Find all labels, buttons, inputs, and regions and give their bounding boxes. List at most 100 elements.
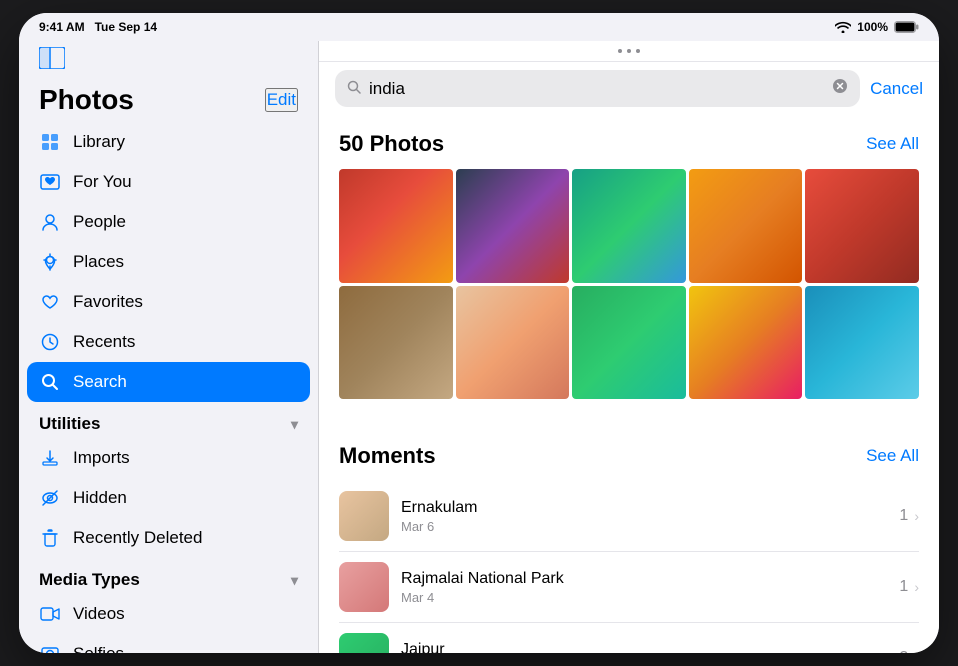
moments-section: Moments See All Ernakulam Mar 6 1 › — [319, 427, 939, 653]
photo-thumb-3[interactable] — [572, 169, 686, 283]
moment-name-rajmalai: Rajmalai National Park — [401, 570, 887, 588]
sidebar-item-favorites[interactable]: Favorites — [27, 282, 310, 322]
sidebar-item-recents[interactable]: Recents — [27, 322, 310, 362]
recently-deleted-icon — [39, 527, 61, 549]
dot-2 — [627, 49, 631, 53]
sidebar-item-selfies[interactable]: Selfies — [27, 634, 310, 653]
moments-see-all-button[interactable]: See All — [866, 446, 919, 466]
sidebar-item-imports[interactable]: Imports — [27, 438, 310, 478]
moment-item-jaipur[interactable]: Jaipur Mar 1 2 › — [339, 623, 919, 653]
sidebar-item-library[interactable]: Library — [27, 122, 310, 162]
search-nav-label: Search — [73, 372, 298, 392]
sidebar-item-recently-deleted[interactable]: Recently Deleted — [27, 518, 310, 558]
people-icon — [39, 211, 61, 233]
moment-thumb-ernakulam — [339, 491, 389, 541]
moment-thumb-jaipur — [339, 633, 389, 653]
recently-deleted-label: Recently Deleted — [73, 528, 298, 548]
moment-info-jaipur: Jaipur Mar 1 — [401, 641, 887, 653]
sidebar-item-foryou[interactable]: For You — [27, 162, 310, 202]
device-frame: 9:41 AM Tue Sep 14 100% — [19, 13, 939, 653]
sidebar: Photos Edit Library — [19, 41, 319, 653]
sidebar-item-hidden[interactable]: Hidden — [27, 478, 310, 518]
utilities-chevron: ▾ — [291, 416, 298, 433]
selfies-icon — [39, 643, 61, 653]
chevron-right-jaipur: › — [914, 650, 919, 653]
chevron-right-ernakulam: › — [914, 508, 919, 524]
moment-name-ernakulam: Ernakulam — [401, 499, 887, 517]
utilities-section-header[interactable]: Utilities ▾ — [19, 402, 318, 438]
media-types-section-header[interactable]: Media Types ▾ — [19, 558, 318, 594]
foryou-label: For You — [73, 172, 298, 192]
photo-thumb-2[interactable] — [456, 169, 570, 283]
photos-see-all-button[interactable]: See All — [866, 134, 919, 154]
dot-3 — [636, 49, 640, 53]
people-label: People — [73, 212, 298, 232]
photo-thumb-4[interactable] — [689, 169, 803, 283]
search-input[interactable] — [369, 79, 824, 99]
topbar-dots — [618, 49, 640, 53]
places-label: Places — [73, 252, 298, 272]
moment-item-ernakulam[interactable]: Ernakulam Mar 6 1 › — [339, 481, 919, 552]
recents-icon — [39, 331, 61, 353]
clear-search-button[interactable] — [832, 78, 848, 99]
status-bar-left: 9:41 AM Tue Sep 14 — [39, 20, 157, 34]
moment-info-rajmalai: Rajmalai National Park Mar 4 — [401, 570, 887, 605]
library-icon — [39, 131, 61, 153]
hidden-icon — [39, 487, 61, 509]
foryou-icon — [39, 171, 61, 193]
moment-count-ernakulam: 1 › — [899, 507, 919, 525]
battery-icon — [894, 21, 919, 33]
moment-item-rajmalai[interactable]: Rajmalai National Park Mar 4 1 › — [339, 552, 919, 623]
media-types-chevron: ▾ — [291, 572, 298, 589]
sidebar-item-places[interactable]: Places — [27, 242, 310, 282]
sidebar-title: Photos — [39, 84, 134, 116]
sidebar-item-search[interactable]: Search — [27, 362, 310, 402]
moment-info-ernakulam: Ernakulam Mar 6 — [401, 499, 887, 534]
moment-thumb-rajmalai — [339, 562, 389, 612]
moment-name-jaipur: Jaipur — [401, 641, 887, 653]
favorites-label: Favorites — [73, 292, 298, 312]
photos-title-row: 50 Photos See All — [339, 131, 919, 157]
status-bar: 9:41 AM Tue Sep 14 100% — [19, 13, 939, 41]
moments-title-row: Moments See All — [339, 443, 919, 469]
moment-date-rajmalai: Mar 4 — [401, 590, 887, 605]
favorites-icon — [39, 291, 61, 313]
library-label: Library — [73, 132, 298, 152]
edit-button[interactable]: Edit — [265, 88, 298, 112]
places-icon — [39, 251, 61, 273]
sidebar-item-people[interactable]: People — [27, 202, 310, 242]
status-bar-right: 100% — [835, 20, 919, 34]
cancel-button[interactable]: Cancel — [870, 79, 923, 99]
photo-thumb-8[interactable] — [572, 286, 686, 400]
sidebar-nav: Library For You — [19, 122, 318, 402]
main-content: Cancel 50 Photos See All — [319, 41, 939, 653]
utilities-label: Utilities — [39, 414, 100, 434]
app-container: Photos Edit Library — [19, 41, 939, 653]
videos-icon — [39, 603, 61, 625]
moment-count-jaipur: 2 › — [899, 649, 919, 653]
photo-grid — [339, 169, 919, 399]
media-types-label: Media Types — [39, 570, 140, 590]
utilities-nav: Imports Hidden — [19, 438, 318, 558]
videos-label: Videos — [73, 604, 298, 624]
selfies-label: Selfies — [73, 644, 298, 653]
search-nav-icon — [39, 371, 61, 393]
photo-thumb-7[interactable] — [456, 286, 570, 400]
photos-section: 50 Photos See All — [319, 115, 939, 427]
chevron-right-rajmalai: › — [914, 579, 919, 595]
photo-thumb-5[interactable] — [805, 169, 919, 283]
search-input-wrapper — [335, 70, 860, 107]
imports-icon — [39, 447, 61, 469]
photo-thumb-6[interactable] — [339, 286, 453, 400]
photo-thumb-9[interactable] — [689, 286, 803, 400]
photo-thumb-1[interactable] — [339, 169, 453, 283]
main-topbar — [319, 41, 939, 62]
sidebar-grid-icon-container — [39, 47, 318, 74]
photo-thumb-10[interactable] — [805, 286, 919, 400]
sidebar-item-videos[interactable]: Videos — [27, 594, 310, 634]
status-date: Tue Sep 14 — [95, 20, 157, 34]
battery-indicator: 100% — [857, 20, 888, 34]
hidden-label: Hidden — [73, 488, 298, 508]
sidebar-toggle-icon[interactable] — [39, 47, 65, 69]
sidebar-header: Photos Edit — [19, 74, 318, 122]
